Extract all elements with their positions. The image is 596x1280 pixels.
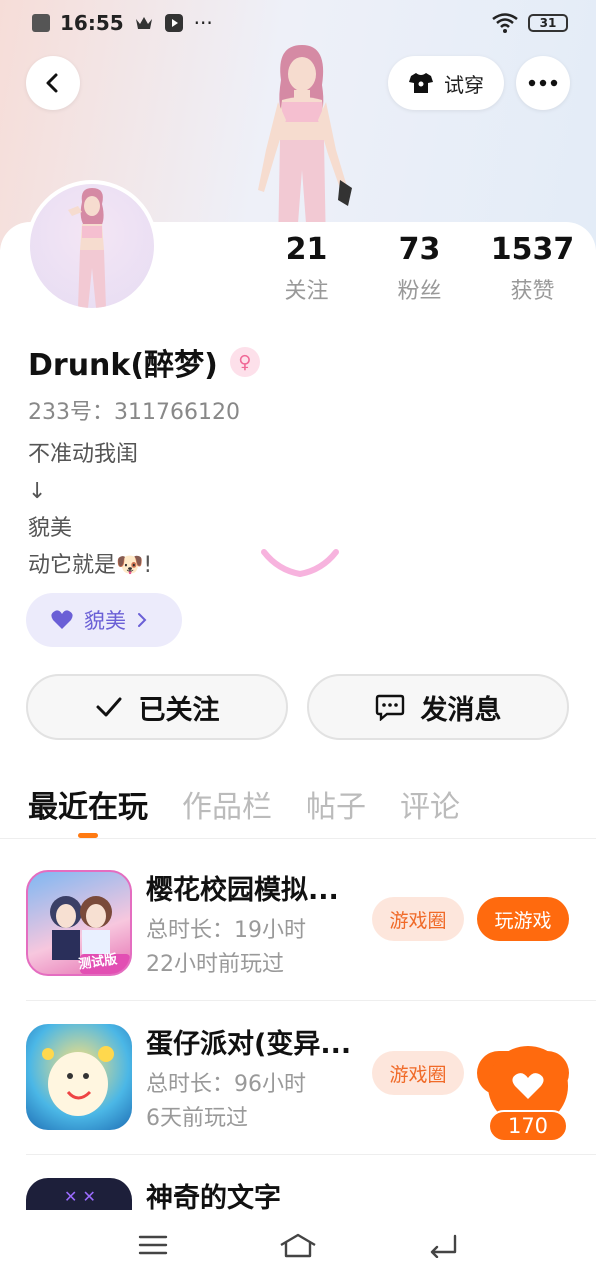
followed-button[interactable]: 已关注 bbox=[26, 674, 288, 740]
tag-label: 貌美 bbox=[84, 609, 126, 633]
check-icon bbox=[96, 697, 121, 717]
game-title: 神奇的文字 bbox=[146, 1183, 281, 1214]
chevron-left-icon bbox=[46, 73, 58, 93]
try-on-label: 试穿 bbox=[444, 72, 484, 97]
tabs-divider bbox=[0, 838, 596, 839]
home-nav-button[interactable] bbox=[273, 1225, 323, 1265]
game-art: ✕ ✕ bbox=[64, 1187, 96, 1206]
status-more: ··· bbox=[193, 11, 213, 35]
profile-bio: 不准动我闺 ↓ 貌美 动它就是🐶! bbox=[28, 436, 152, 584]
profile-tag-chip[interactable]: 貌美 bbox=[26, 593, 182, 647]
game-last-played: 6天前玩过 bbox=[146, 1106, 248, 1131]
home-icon bbox=[280, 1233, 316, 1258]
profile-stats: 21 关注 73 粉丝 1537 获赞 bbox=[250, 232, 590, 305]
profile-tabs: 最近在玩 作品栏 帖子 评论 bbox=[28, 782, 460, 838]
tshirt-icon bbox=[409, 73, 433, 93]
stat-following[interactable]: 21 关注 bbox=[250, 232, 363, 305]
back-button[interactable] bbox=[26, 56, 80, 110]
profile-name: Drunk(醉梦) bbox=[28, 348, 218, 383]
chevron-right-icon bbox=[138, 613, 147, 627]
game-title: 樱花校园模拟... bbox=[146, 875, 339, 906]
tab-comments[interactable]: 评论 bbox=[400, 782, 460, 826]
send-message-button[interactable]: 发消息 bbox=[307, 674, 569, 740]
wifi-icon bbox=[492, 13, 518, 33]
tab-posts[interactable]: 帖子 bbox=[306, 782, 366, 826]
back-arrow-icon bbox=[431, 1234, 457, 1258]
media-icon bbox=[164, 14, 183, 32]
game-icon-magic-words: ✕ ✕ bbox=[26, 1178, 132, 1214]
heart-sticker-icon bbox=[261, 549, 339, 578]
profile-id: 233号：311766120 bbox=[28, 400, 240, 425]
back-nav-button[interactable] bbox=[418, 1225, 468, 1265]
avatar-image bbox=[68, 188, 106, 308]
game-row[interactable]: 测试版 樱花校园模拟... 总时长：19小时 22小时前玩过 游戏圈 玩游戏 bbox=[0, 846, 596, 1000]
profile-avatar[interactable] bbox=[26, 180, 158, 312]
like-count: 170 bbox=[488, 1110, 568, 1142]
more-options-button[interactable] bbox=[516, 56, 570, 110]
try-on-button[interactable]: 试穿 bbox=[388, 56, 504, 110]
bio-line: 动它就是🐶! bbox=[28, 553, 153, 578]
game-duration: 总时长：96小时 bbox=[146, 1072, 306, 1097]
stat-followers[interactable]: 73 粉丝 bbox=[363, 232, 476, 305]
game-last-played: 22小时前玩过 bbox=[146, 952, 284, 977]
game-duration: 总时长：19小时 bbox=[146, 918, 306, 943]
stat-value: 73 bbox=[398, 232, 441, 267]
more-dots-icon bbox=[528, 79, 558, 87]
bio-line: 不准动我闺 bbox=[28, 442, 139, 467]
profile-name-row: Drunk(醉梦) ♀ bbox=[28, 340, 260, 384]
tab-recently-played[interactable]: 最近在玩 bbox=[28, 782, 148, 838]
crown-icon bbox=[135, 17, 152, 29]
svg-text:✕ ✕: ✕ ✕ bbox=[64, 1187, 96, 1206]
game-icon-sakura: 测试版 bbox=[26, 870, 132, 976]
tab-works[interactable]: 作品栏 bbox=[182, 782, 272, 826]
followed-label: 已关注 bbox=[138, 694, 220, 726]
bio-line: 貌美 bbox=[28, 516, 73, 541]
notification-icon bbox=[32, 14, 50, 32]
play-game-button[interactable]: 玩游戏 bbox=[477, 897, 569, 941]
chat-bubble-icon bbox=[375, 694, 404, 721]
heart-icon bbox=[512, 1073, 544, 1099]
stat-likes[interactable]: 1537 获赞 bbox=[476, 232, 589, 305]
game-title: 蛋仔派对(变异... bbox=[146, 1029, 352, 1060]
bio-line: ↓ bbox=[28, 479, 47, 504]
menu-icon bbox=[138, 1235, 167, 1255]
game-icon-eggy-party bbox=[26, 1024, 132, 1130]
floating-like-button[interactable]: 170 bbox=[488, 1046, 568, 1142]
battery-indicator: 31 bbox=[528, 14, 568, 32]
game-circle-button[interactable]: 游戏圈 bbox=[372, 897, 464, 941]
female-gender-icon: ♀ bbox=[229, 347, 260, 377]
stat-label: 关注 bbox=[284, 279, 329, 304]
stat-label: 粉丝 bbox=[397, 279, 442, 304]
stat-value: 1537 bbox=[490, 232, 575, 267]
game-circle-button[interactable]: 游戏圈 bbox=[372, 1051, 464, 1095]
stat-label: 获赞 bbox=[510, 279, 555, 304]
system-navigation-bar bbox=[0, 1210, 596, 1280]
stat-value: 21 bbox=[285, 232, 328, 267]
purple-heart-icon bbox=[51, 610, 73, 629]
character-avatar-figure bbox=[258, 45, 352, 250]
send-message-label: 发消息 bbox=[420, 694, 502, 726]
status-time: 16:55 bbox=[60, 11, 124, 35]
game-row[interactable]: ✕ ✕ 神奇的文字 bbox=[0, 1154, 596, 1214]
game-art bbox=[42, 1046, 114, 1116]
menu-nav-button[interactable] bbox=[128, 1225, 178, 1265]
